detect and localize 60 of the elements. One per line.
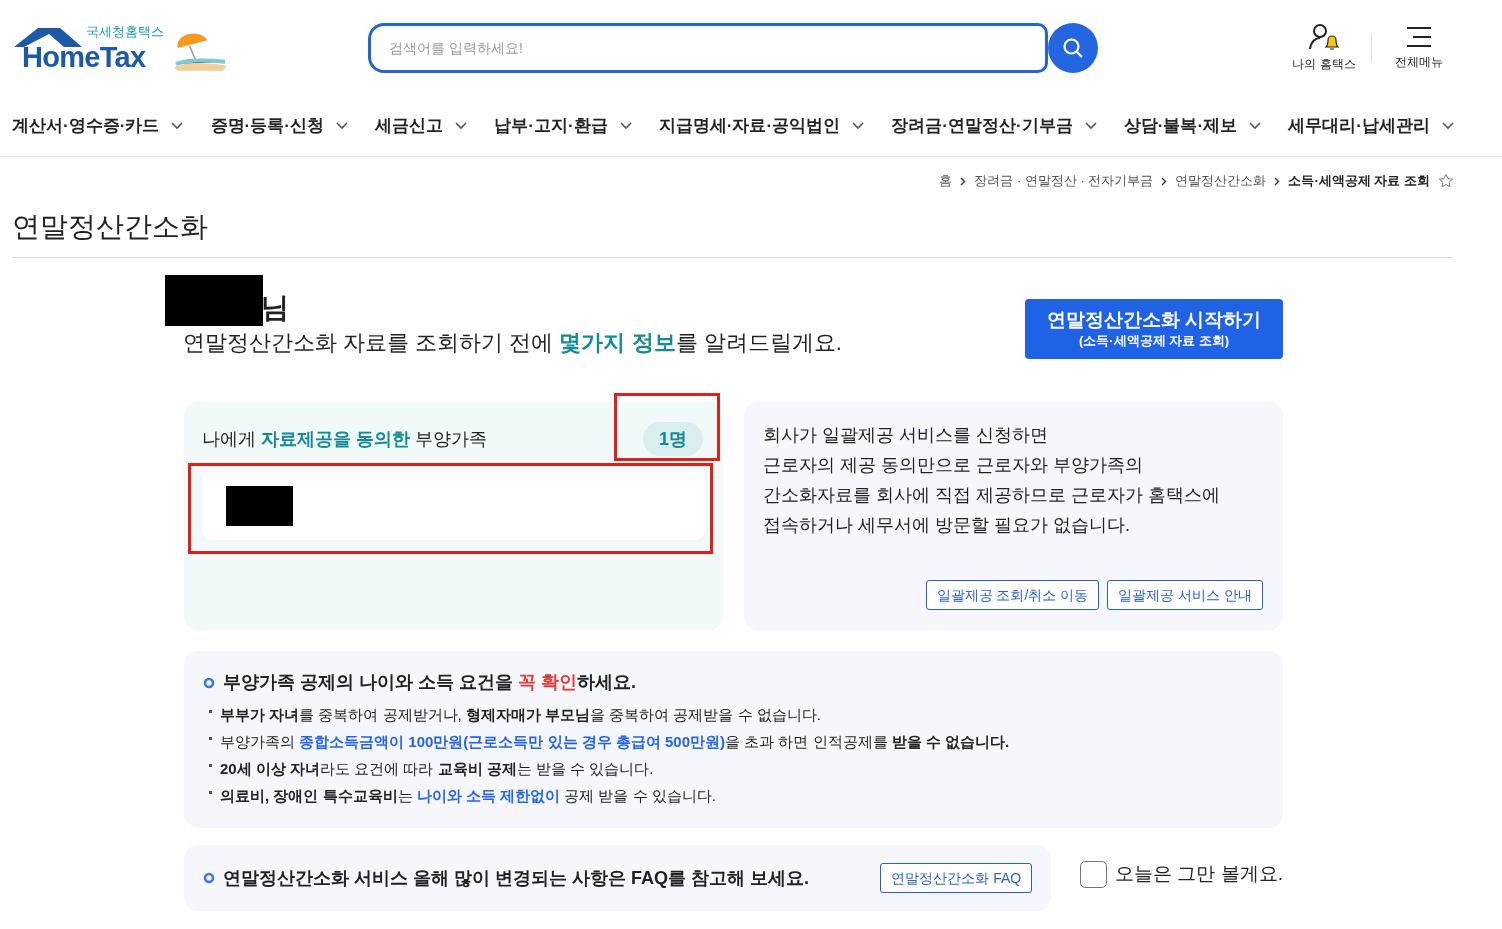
chevron-down-icon: [1084, 121, 1097, 130]
chevron-down-icon: [171, 121, 184, 130]
bullet-mark: [209, 764, 212, 767]
utility-button[interactable]: 나의 홈택스: [1289, 22, 1359, 73]
chevron-down-icon: [852, 121, 865, 130]
redaction-block: [226, 486, 293, 526]
chevron-down-icon: [335, 121, 348, 130]
breadcrumb-link[interactable]: 장려금 · 연말정산 · 전자기부금: [974, 171, 1154, 191]
chevron-down-icon: [1441, 121, 1454, 130]
logo-caption: 국세청홈택스: [86, 23, 164, 40]
page-title: 연말정산간소화: [12, 205, 1453, 258]
faq-text: 연말정산간소화 서비스 올해 많이 변경되는 사항은 FAQ를 참고해 보세요.: [223, 866, 809, 890]
nav-menu-item[interactable]: 증명·등록·신청: [210, 112, 348, 139]
ring-bullet-icon: [203, 676, 215, 689]
notice-item: 부양가족의 종합소득금액이 100만원(근로소득만 있는 경우 총급여 500만원)을 초과 하면 인적공제를 받을 수 없습니다.: [220, 732, 1010, 752]
search-field[interactable]: 검색어를 입력하세요!: [368, 22, 1048, 73]
nav-menu-item[interactable]: 장려금·연말정산·기부금: [891, 112, 1097, 139]
utility-button[interactable]: 전체메뉴: [1384, 24, 1454, 71]
nav-menu-item[interactable]: 납부·고지·환급: [494, 112, 632, 139]
chevron-right-icon: [1274, 176, 1281, 186]
count-badge: 1명: [643, 422, 703, 456]
chevron-down-icon: [1249, 121, 1262, 130]
nav-menu-item[interactable]: 세무대리·납세관리: [1288, 112, 1454, 139]
info-text: 회사가 일괄제공 서비스를 신청하면 근로자의 제공 동의만으로 근로자와 부양가족의 간소화자료를 회사에 직접 제공하므로 근로자가 홈택스에 접속하거나 세무서에 방문할 필요가 없습니다.: [763, 424, 1221, 537]
nav-menu-item[interactable]: 세금신고: [375, 112, 468, 139]
beach-umbrella-icon: [174, 31, 227, 72]
chevron-right-icon: [960, 176, 967, 186]
bullet-mark: [209, 737, 212, 740]
notice-item: 부부가 자녀를 중복하여 공제받거나, 형제자매가 부모님을 중복하여 공제받을 수 없습니다.: [220, 705, 821, 725]
search-button[interactable]: [1048, 22, 1098, 73]
outline-button[interactable]: 일괄제공 조회/취소 이동: [925, 580, 1100, 610]
star-icon[interactable]: [1438, 173, 1454, 189]
nav-menu-item[interactable]: 계산서·영수증·카드: [12, 112, 184, 139]
greeting-name-suffix: 님: [261, 294, 289, 322]
breadcrumb-link[interactable]: 홈: [939, 171, 953, 191]
breadcrumb-link[interactable]: 연말정산간소화: [1175, 171, 1267, 191]
bullet-mark: [209, 791, 212, 794]
chevron-down-icon: [455, 121, 468, 130]
breadcrumb-link[interactable]: 소득·세액공제 자료 조회: [1288, 171, 1430, 191]
user-bell-icon: [1308, 22, 1340, 51]
nav-menu-item[interactable]: 상담·불복·제보: [1123, 112, 1262, 139]
start-button[interactable]: 연말정산간소화 시작하기 (소득·세액공제 자료 조회): [1025, 299, 1283, 359]
card-title: 나에게 자료제공을 동의한 부양가족: [202, 427, 488, 451]
checkbox[interactable]: [1080, 860, 1108, 888]
notice-heading: 부양가족 공제의 나이와 소득 요건을 꼭 확인하세요.: [223, 671, 637, 694]
chevron-right-icon: [1161, 176, 1168, 186]
notice-item: 의료비, 장애인 특수교육비는 나이와 소득 제한없이 공제 받을 수 있습니다.: [220, 786, 716, 806]
menu-icon: [1405, 24, 1433, 49]
faq-button[interactable]: 연말정산간소화 FAQ: [880, 863, 1033, 893]
ring-bullet-icon: [203, 872, 215, 884]
bullet-mark: [209, 710, 212, 713]
house-roof-icon: [12, 25, 84, 48]
outline-button[interactable]: 일괄제공 서비스 안내: [1107, 580, 1263, 610]
notice-item: 20세 이상 자녀라도 요건에 따라 교육비 공제는 받을 수 있습니다.: [220, 759, 654, 779]
chevron-down-icon: [619, 121, 632, 130]
checkbox-label: 오늘은 그만 볼게요.: [1115, 861, 1283, 886]
search-icon: [1062, 36, 1084, 59]
nav-menu-item[interactable]: 지급명세·자료·공익법인: [658, 112, 865, 139]
logo-text[interactable]: HomeTax: [22, 41, 146, 72]
intro-message: 연말정산간소화 자료를 조회하기 전에 몇가지 정보를 알려드릴게요.: [183, 329, 842, 357]
